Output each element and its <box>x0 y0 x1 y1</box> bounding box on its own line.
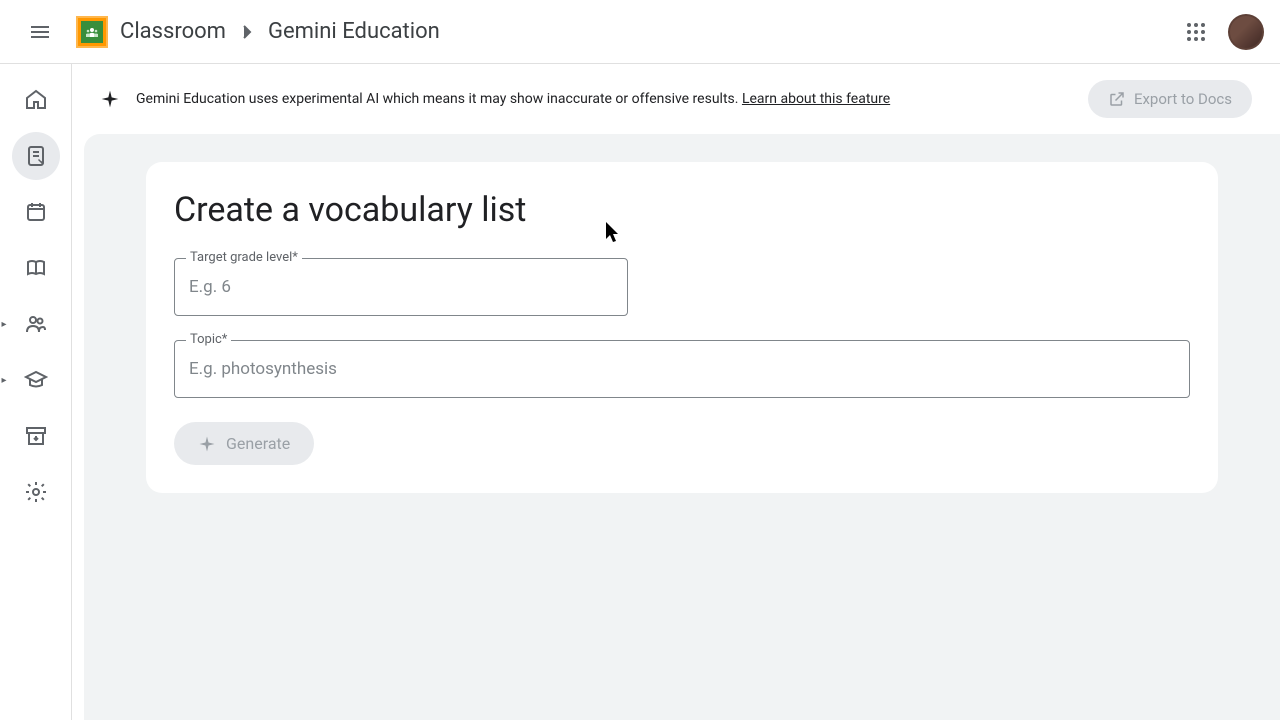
learn-more-link[interactable]: Learn about this feature <box>742 91 890 107</box>
export-docs-button[interactable]: Export to Docs <box>1088 80 1252 118</box>
grade-field-group: Target grade level* <box>174 258 628 316</box>
header-right <box>1176 12 1264 52</box>
assignment-icon <box>24 144 48 168</box>
people-icon <box>24 312 48 336</box>
card-title: Create a vocabulary list <box>174 190 1190 230</box>
user-avatar[interactable] <box>1228 14 1264 50</box>
sidebar-settings[interactable] <box>12 468 60 516</box>
header-left: Classroom Gemini Education <box>16 8 440 56</box>
export-label: Export to Docs <box>1134 90 1232 108</box>
classroom-logo-icon <box>85 27 99 37</box>
sidebar-calendar[interactable] <box>12 188 60 236</box>
sidebar-assignments[interactable] <box>12 132 60 180</box>
home-icon <box>24 88 48 112</box>
grade-input[interactable] <box>174 258 628 316</box>
graduation-icon <box>24 368 48 392</box>
apps-grid-icon <box>1187 23 1205 41</box>
vocab-form-card: Create a vocabulary list Target grade le… <box>146 162 1218 493</box>
export-icon <box>1108 90 1126 108</box>
breadcrumb-app[interactable]: Classroom <box>120 19 226 44</box>
generate-label: Generate <box>226 434 290 453</box>
archive-icon <box>24 424 48 448</box>
sidebar-home[interactable] <box>12 76 60 124</box>
topic-label: Topic* <box>186 332 231 347</box>
main-content: Gemini Education uses experimental AI wh… <box>72 64 1280 720</box>
topic-input[interactable] <box>174 340 1190 398</box>
header: Classroom Gemini Education <box>0 0 1280 64</box>
info-message: Gemini Education uses experimental AI wh… <box>136 91 738 107</box>
grade-label: Target grade level* <box>186 250 302 265</box>
calendar-icon <box>24 200 48 224</box>
sidebar-graduation[interactable] <box>12 356 60 404</box>
book-icon <box>24 256 48 280</box>
breadcrumb-page: Gemini Education <box>268 19 440 44</box>
main-menu-button[interactable] <box>16 8 64 56</box>
chevron-right-icon <box>242 24 252 40</box>
topic-field-group: Topic* <box>174 340 1190 398</box>
hamburger-icon <box>28 20 52 44</box>
gear-icon <box>24 480 48 504</box>
classroom-logo <box>76 16 108 48</box>
generate-button[interactable]: Generate <box>174 422 314 465</box>
sidebar-archive[interactable] <box>12 412 60 460</box>
sidebar <box>0 64 72 720</box>
sidebar-people[interactable] <box>12 300 60 348</box>
sparkle-icon <box>100 89 120 109</box>
sidebar-reading[interactable] <box>12 244 60 292</box>
sparkle-icon <box>198 435 216 453</box>
info-bar: Gemini Education uses experimental AI wh… <box>72 64 1280 134</box>
google-apps-button[interactable] <box>1176 12 1216 52</box>
breadcrumb: Classroom Gemini Education <box>120 19 440 44</box>
content-area: Create a vocabulary list Target grade le… <box>84 134 1280 720</box>
